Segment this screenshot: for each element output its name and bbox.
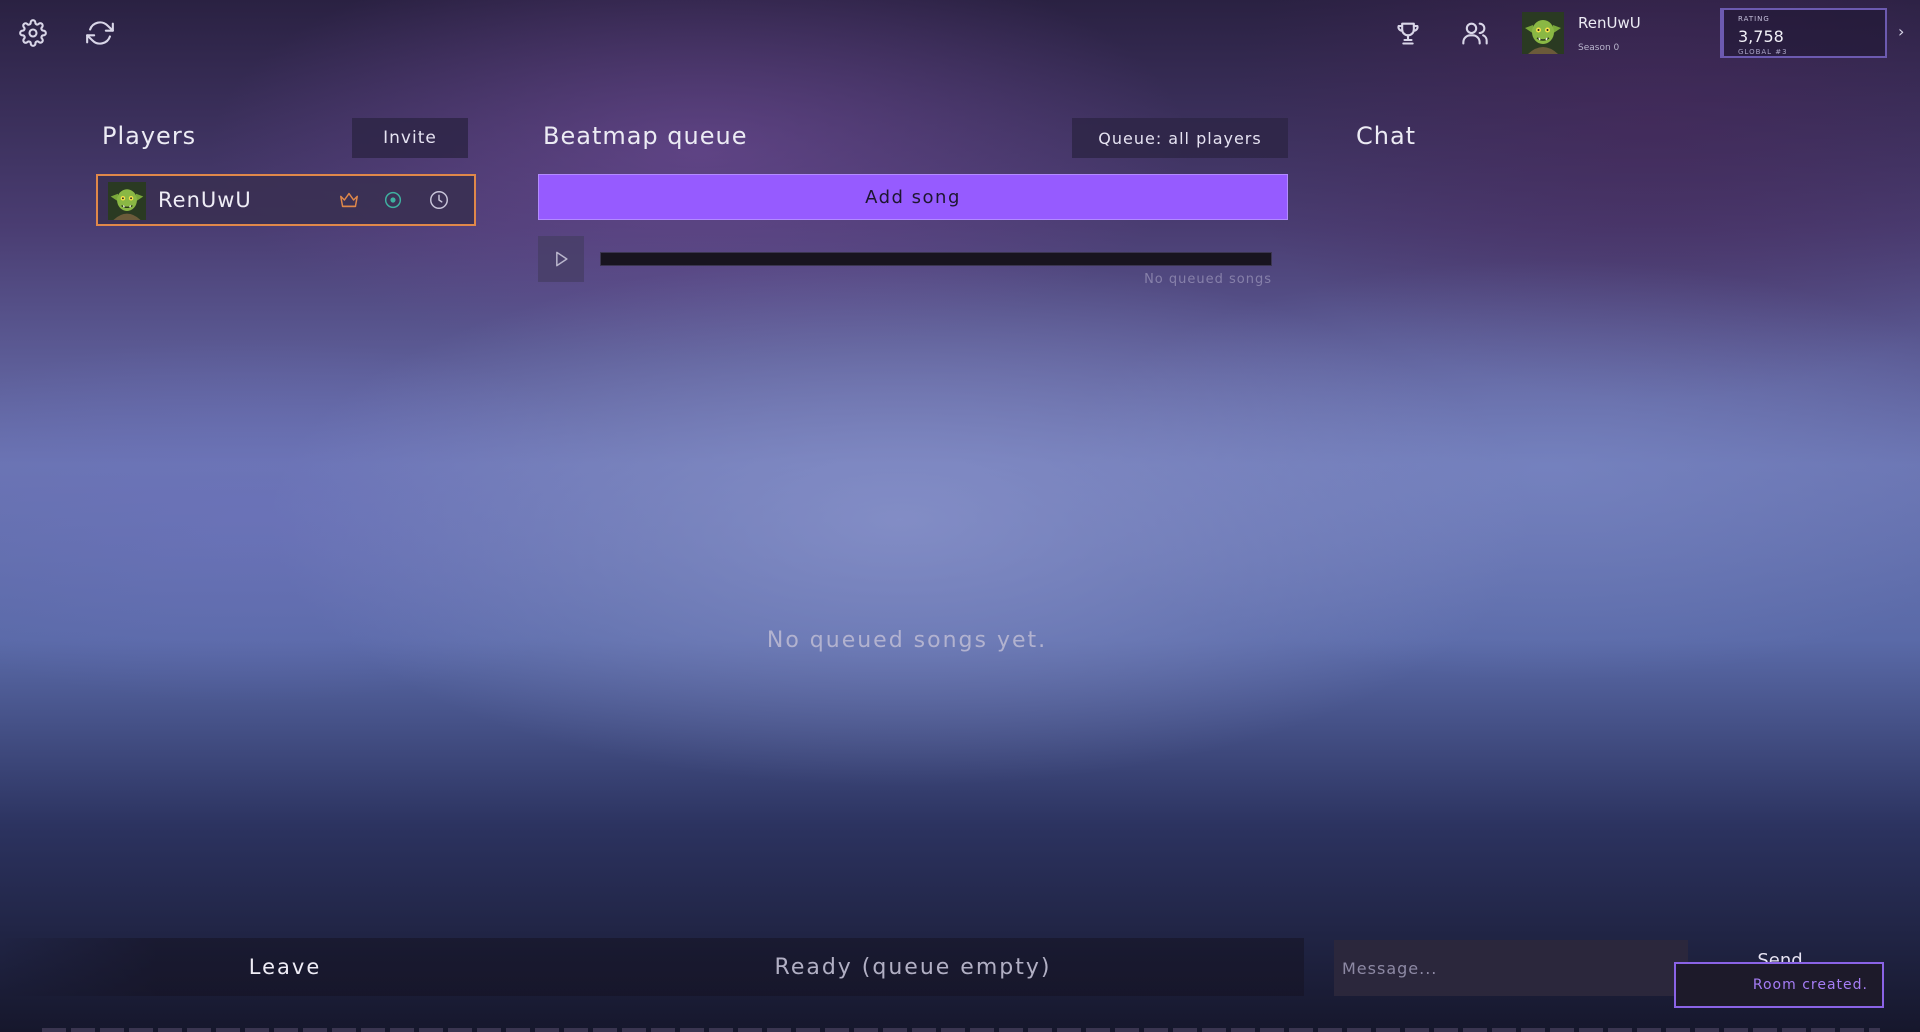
profile-season: Season 0 [1578,43,1620,53]
leaderboard-button[interactable] [1388,13,1428,53]
ready-button[interactable]: Ready (queue empty) [540,938,1286,996]
rating-label: RATING [1738,15,1770,23]
toast-message: Room created. [1752,977,1868,993]
queue-progress-bar[interactable] [600,252,1272,266]
rating-value: 3,758 [1738,27,1784,46]
chat-title: Chat [1356,122,1417,150]
play-button[interactable] [538,236,584,282]
avatar [1522,12,1564,54]
trophy-icon [1397,22,1419,45]
queue-title: Beatmap queue [543,122,748,150]
crown-icon [338,189,360,211]
player-avatar [108,182,146,220]
gear-icon [19,19,47,47]
players-title: Players [102,122,197,150]
target-icon [382,189,404,211]
chat-message-input[interactable] [1334,940,1688,996]
profile-button[interactable]: RenUwU Season 0 [1522,12,1712,54]
rating-global-rank: GLOBAL #3 [1738,48,1788,56]
player-name: RenUwU [158,188,252,212]
player-row[interactable]: RenUwU [96,174,476,226]
chevron-right-icon[interactable]: › [1898,22,1904,41]
top-bar: RenUwU Season 0 RATING 3,758 GLOBAL #3 › [0,0,1920,68]
rating-card[interactable]: RATING 3,758 GLOBAL #3 [1720,8,1887,58]
empty-queue-message: No queued songs yet. [766,628,1048,653]
friends-button[interactable] [1455,13,1495,53]
users-icon [1462,22,1488,45]
add-song-button[interactable]: Add song [538,174,1288,220]
queue-mode-button[interactable]: Queue: all players [1072,118,1288,158]
profile-name: RenUwU [1578,14,1641,32]
refresh-button[interactable] [80,13,120,53]
queue-status: No queued songs [1144,272,1272,287]
play-icon [556,251,568,267]
settings-button[interactable] [13,13,53,53]
refresh-icon [86,21,114,45]
invite-button[interactable]: Invite [352,118,468,158]
clock-icon[interactable] [428,189,450,211]
leave-button[interactable]: Leave [160,938,410,996]
bottom-divider [42,1028,1880,1032]
toast-notification: Room created. [1674,962,1884,1008]
